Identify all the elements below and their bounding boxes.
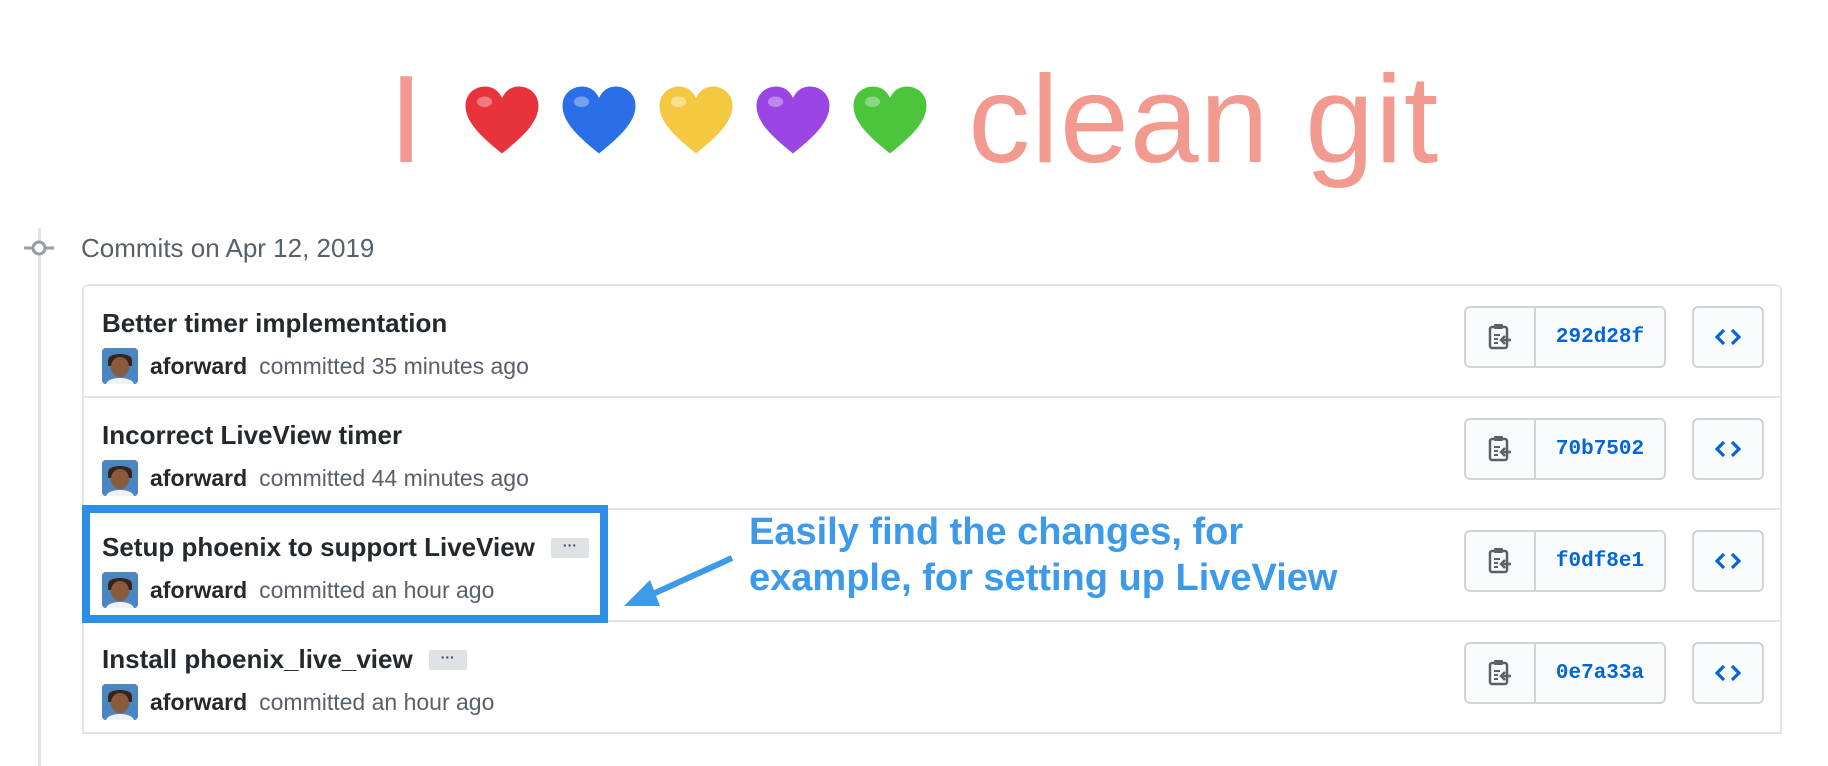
expand-message-button[interactable]: ··· xyxy=(428,649,467,670)
copy-sha-button[interactable] xyxy=(1466,308,1536,366)
timeline-line xyxy=(38,228,41,766)
commit-meta: aforward committed 44 minutes ago xyxy=(102,460,529,496)
commit-row: Incorrect LiveView timer aforward commit… xyxy=(84,398,1780,510)
commit-sha-link[interactable]: 292d28f xyxy=(1536,308,1664,366)
sha-button-group: 0e7a33a xyxy=(1464,642,1666,704)
annotation-arrow-icon xyxy=(624,555,734,606)
sha-button-group: 70b7502 xyxy=(1464,418,1666,480)
commit-title-link[interactable]: Incorrect LiveView timer xyxy=(102,420,402,451)
commit-title-wrap: Better timer implementation xyxy=(102,308,447,339)
clipboard-icon xyxy=(1488,660,1511,686)
avatar[interactable] xyxy=(102,348,138,384)
sha-button-group: 292d28f xyxy=(1464,306,1666,368)
red-heart-icon xyxy=(465,86,539,154)
banner: I clean git xyxy=(0,50,1828,190)
copy-sha-button[interactable] xyxy=(1466,532,1536,590)
commit-row: Install phoenix_live_view ··· aforward c… xyxy=(84,622,1780,734)
green-heart-icon xyxy=(853,86,927,154)
annotation-line-2: example, for setting up LiveView xyxy=(749,557,1338,599)
commit-meta: aforward committed an hour ago xyxy=(102,684,494,720)
code-icon xyxy=(1715,552,1741,570)
code-icon xyxy=(1715,328,1741,346)
commit-title-link[interactable]: Install phoenix_live_view xyxy=(102,644,413,675)
author-name[interactable]: aforward xyxy=(150,353,247,380)
annotation-line-1: Easily find the changes, for xyxy=(749,511,1244,553)
commit-sha-link[interactable]: f0df8e1 xyxy=(1536,532,1664,590)
clipboard-icon xyxy=(1488,436,1511,462)
browse-repo-button[interactable] xyxy=(1692,418,1764,480)
code-icon xyxy=(1715,664,1741,682)
banner-suffix: clean git xyxy=(968,51,1440,189)
author-name[interactable]: aforward xyxy=(150,465,247,492)
blue-heart-icon xyxy=(562,86,636,154)
banner-prefix: I xyxy=(388,51,425,189)
hearts-row xyxy=(464,84,928,156)
purple-heart-icon xyxy=(756,86,830,154)
browse-repo-button[interactable] xyxy=(1692,642,1764,704)
annotation-callout: Easily find the changes, for example, fo… xyxy=(749,509,1449,601)
copy-sha-button[interactable] xyxy=(1466,644,1536,702)
avatar[interactable] xyxy=(102,684,138,720)
author-name[interactable]: aforward xyxy=(150,689,247,716)
commit-time: committed 44 minutes ago xyxy=(259,464,529,491)
commit-title-link[interactable]: Better timer implementation xyxy=(102,308,447,339)
clipboard-icon xyxy=(1488,548,1511,574)
commit-sha-link[interactable]: 70b7502 xyxy=(1536,420,1664,478)
browse-repo-button[interactable] xyxy=(1692,530,1764,592)
commit-group-date: Commits on Apr 12, 2019 xyxy=(81,233,375,263)
avatar[interactable] xyxy=(102,460,138,496)
commit-time: committed an hour ago xyxy=(259,688,495,715)
clipboard-icon xyxy=(1488,324,1511,350)
annotation-highlight-box xyxy=(82,505,608,623)
code-icon xyxy=(1715,440,1741,458)
commit-sha-link[interactable]: 0e7a33a xyxy=(1536,644,1664,702)
commit-title-wrap: Incorrect LiveView timer xyxy=(102,420,402,451)
copy-sha-button[interactable] xyxy=(1466,420,1536,478)
commit-row: Better timer implementation aforward com… xyxy=(84,286,1780,398)
sha-button-group: f0df8e1 xyxy=(1464,530,1666,592)
yellow-heart-icon xyxy=(659,86,733,154)
commit-meta: aforward committed 35 minutes ago xyxy=(102,348,529,384)
browse-repo-button[interactable] xyxy=(1692,306,1764,368)
commit-time: committed 35 minutes ago xyxy=(259,352,529,379)
git-commit-icon xyxy=(24,240,54,256)
commit-title-wrap: Install phoenix_live_view ··· xyxy=(102,644,467,675)
